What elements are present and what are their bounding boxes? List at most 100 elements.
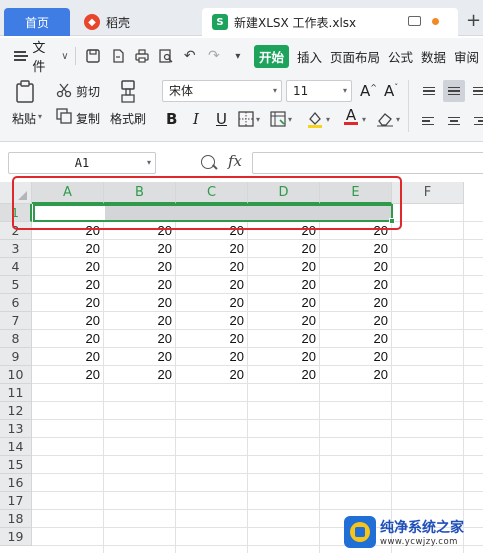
row-header-13[interactable]: 13: [0, 420, 32, 438]
print-icon[interactable]: [134, 48, 149, 64]
cell-e9[interactable]: 20: [320, 348, 392, 366]
clear-dropdown-icon[interactable]: ▾: [396, 108, 400, 130]
row-header-7[interactable]: 7: [0, 312, 32, 330]
cell-b7[interactable]: 20: [104, 312, 176, 330]
cell-e6[interactable]: 20: [320, 294, 392, 312]
align-top-icon[interactable]: [418, 80, 440, 102]
row-header-4[interactable]: 4: [0, 258, 32, 276]
cell-a3[interactable]: 20: [32, 240, 104, 258]
fill-color-dropdown-icon[interactable]: ▾: [326, 108, 330, 130]
cell-c8[interactable]: 20: [176, 330, 248, 348]
decrease-font-icon[interactable]: Aˇ: [384, 82, 398, 100]
tab-home[interactable]: 首页: [4, 8, 70, 36]
hamburger-menu-icon[interactable]: [14, 51, 29, 61]
monitor-icon[interactable]: [408, 16, 421, 26]
cell-a7[interactable]: 20: [32, 312, 104, 330]
cell-a6[interactable]: 20: [32, 294, 104, 312]
row-header-9[interactable]: 9: [0, 348, 32, 366]
font-size-select[interactable]: 11 ▾: [286, 80, 352, 102]
fill-color-icon[interactable]: [306, 108, 324, 130]
format-painter-button[interactable]: 格式刷: [110, 110, 146, 127]
tab-workbook[interactable]: S 新建XLSX 工作表.xlsx: [202, 8, 458, 36]
format-painter-icon[interactable]: [118, 80, 138, 107]
print-preview-icon[interactable]: [159, 48, 173, 64]
eraser-icon[interactable]: [376, 108, 394, 130]
cell-d3[interactable]: 20: [248, 240, 320, 258]
cell-b10[interactable]: 20: [104, 366, 176, 384]
cell-d6[interactable]: 20: [248, 294, 320, 312]
row-header-6[interactable]: 6: [0, 294, 32, 312]
cell-e8[interactable]: 20: [320, 330, 392, 348]
cell-b9[interactable]: 20: [104, 348, 176, 366]
cell-a10[interactable]: 20: [32, 366, 104, 384]
column-header-f[interactable]: F: [392, 182, 464, 204]
cell-c7[interactable]: 20: [176, 312, 248, 330]
cell-a5[interactable]: 20: [32, 276, 104, 294]
italic-button[interactable]: I: [193, 108, 199, 130]
search-icon[interactable]: [201, 155, 215, 169]
redo-icon[interactable]: ↷: [207, 48, 221, 64]
row-header-10[interactable]: 10: [0, 366, 32, 384]
cell-d10[interactable]: 20: [248, 366, 320, 384]
name-box[interactable]: A1 ▾: [8, 152, 156, 174]
menu-file[interactable]: 文件: [32, 37, 55, 75]
cell-b8[interactable]: 20: [104, 330, 176, 348]
cell-d7[interactable]: 20: [248, 312, 320, 330]
export-pdf-icon[interactable]: [110, 48, 124, 64]
paste-label[interactable]: 粘贴: [12, 110, 36, 127]
cell-e4[interactable]: 20: [320, 258, 392, 276]
font-size-dropdown-icon[interactable]: ▾: [343, 81, 347, 101]
paste-dropdown-icon[interactable]: ▾: [38, 112, 42, 121]
cell-c10[interactable]: 20: [176, 366, 248, 384]
increase-font-icon[interactable]: A^: [360, 82, 377, 100]
row-header-18[interactable]: 18: [0, 510, 32, 528]
cell-d4[interactable]: 20: [248, 258, 320, 276]
align-center-icon[interactable]: [443, 110, 465, 132]
row-header-5[interactable]: 5: [0, 276, 32, 294]
row-header-15[interactable]: 15: [0, 456, 32, 474]
border-dropdown-icon[interactable]: ▾: [256, 108, 260, 130]
cell-c5[interactable]: 20: [176, 276, 248, 294]
scissors-icon[interactable]: [56, 82, 72, 101]
undo-icon[interactable]: ↶: [183, 48, 197, 64]
cell-e5[interactable]: 20: [320, 276, 392, 294]
cut-button[interactable]: 剪切: [76, 83, 100, 100]
cell-b5[interactable]: 20: [104, 276, 176, 294]
cell-b3[interactable]: 20: [104, 240, 176, 258]
font-color-button[interactable]: A: [344, 108, 358, 130]
paste-button[interactable]: [14, 80, 36, 107]
cell-e10[interactable]: 20: [320, 366, 392, 384]
align-middle-icon[interactable]: [443, 80, 465, 102]
cell-d9[interactable]: 20: [248, 348, 320, 366]
bold-button[interactable]: B: [166, 108, 177, 130]
cell-a4[interactable]: 20: [32, 258, 104, 276]
cell-a8[interactable]: 20: [32, 330, 104, 348]
save-icon[interactable]: [86, 48, 101, 64]
new-tab-button[interactable]: +: [466, 10, 481, 31]
align-bottom-icon[interactable]: [468, 80, 483, 102]
align-right-icon[interactable]: [468, 110, 483, 132]
row-header-11[interactable]: 11: [0, 384, 32, 402]
cell-d8[interactable]: 20: [248, 330, 320, 348]
font-name-dropdown-icon[interactable]: ▾: [273, 81, 277, 101]
border-icon[interactable]: [238, 108, 254, 130]
cell-e3[interactable]: 20: [320, 240, 392, 258]
cell-b4[interactable]: 20: [104, 258, 176, 276]
menu-formulas[interactable]: 公式: [388, 47, 413, 66]
underline-button[interactable]: U: [216, 108, 227, 130]
row-header-12[interactable]: 12: [0, 402, 32, 420]
cell-c6[interactable]: 20: [176, 294, 248, 312]
spreadsheet-grid[interactable]: ABCDEF 1 2 3 4 5 6 7 8 9 10 11 12 13 14 15 16 17 18 19 20 2…: [0, 182, 483, 553]
menu-page-layout[interactable]: 页面布局: [330, 47, 380, 66]
row-header-16[interactable]: 16: [0, 474, 32, 492]
cell-c4[interactable]: 20: [176, 258, 248, 276]
font-name-select[interactable]: 宋体 ▾: [162, 80, 282, 102]
menu-review[interactable]: 审阅: [454, 47, 479, 66]
row-header-3[interactable]: 3: [0, 240, 32, 258]
row-header-8[interactable]: 8: [0, 330, 32, 348]
fill-pattern-dropdown-icon[interactable]: ▾: [288, 108, 292, 130]
copy-button[interactable]: 复制: [76, 110, 100, 127]
cell-c3[interactable]: 20: [176, 240, 248, 258]
row-header-19[interactable]: 19: [0, 528, 32, 546]
copy-icon[interactable]: [56, 108, 72, 127]
